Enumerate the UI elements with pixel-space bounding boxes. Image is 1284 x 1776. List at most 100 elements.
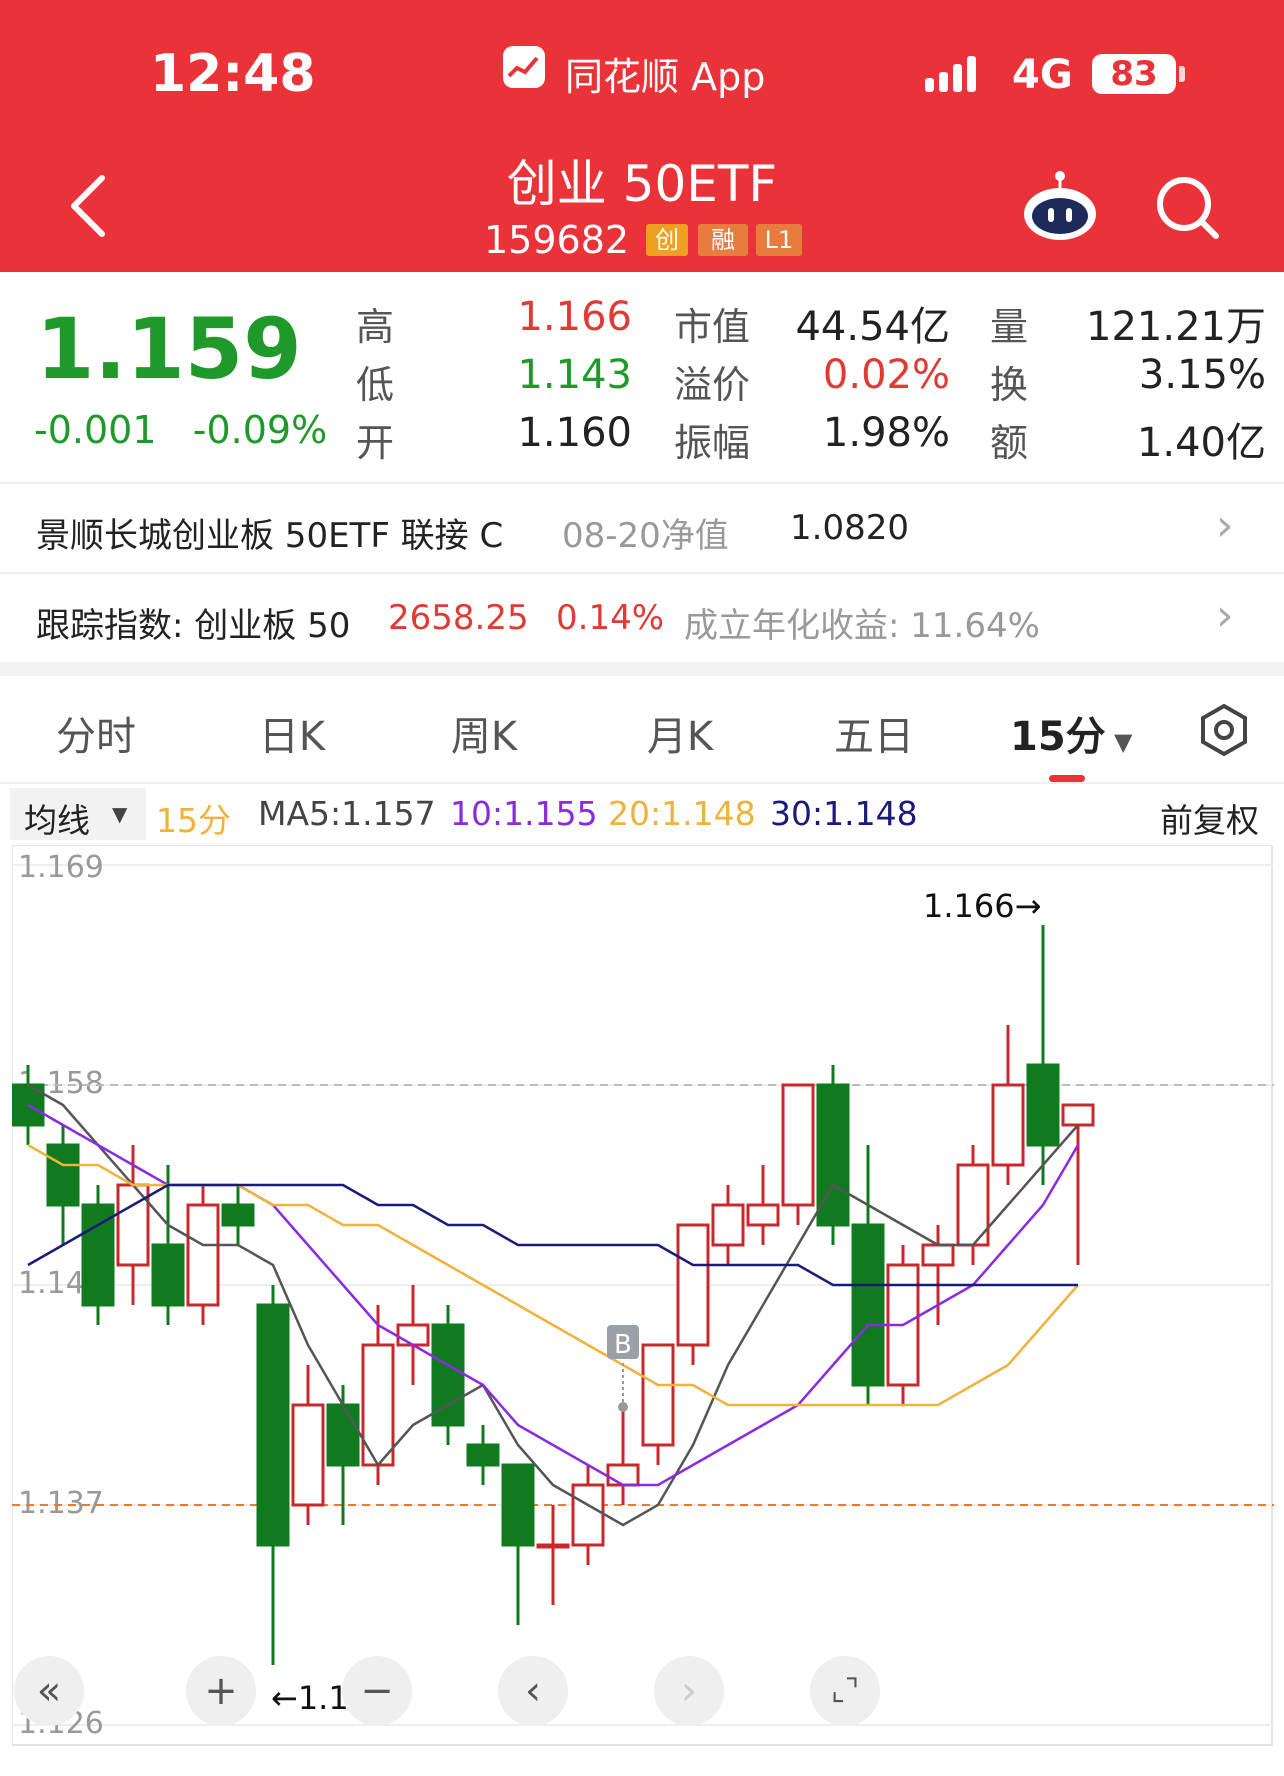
candle-body [746, 1203, 780, 1227]
tab-daily-k[interactable]: 日K [212, 704, 372, 762]
change-amount: -0.001 [34, 408, 157, 452]
open-value: 1.160 [517, 410, 632, 456]
premium-value: 0.02% [822, 352, 950, 398]
tag-rong: 融 [698, 224, 748, 256]
chart-settings-icon[interactable] [1196, 702, 1252, 758]
candle-body [676, 1223, 710, 1347]
chevron-right-icon: › [1216, 590, 1234, 641]
buy-marker-label: B [614, 1330, 632, 1360]
scroll-left-button[interactable]: ‹ [498, 1656, 568, 1726]
low-label: 低 [356, 363, 395, 407]
candle-body [221, 1203, 255, 1227]
app-logo-icon [503, 46, 545, 88]
amount-label: 额 [990, 421, 1029, 465]
tab-15min[interactable]: 15分 ▼ [1010, 704, 1132, 762]
candle-body [466, 1443, 500, 1467]
candle-body [921, 1243, 955, 1267]
y-tick-label: 1.137 [18, 1486, 104, 1521]
open-label: 开 [356, 421, 395, 465]
legend-ma10: 10:1.155 [450, 794, 598, 833]
tab-five-day[interactable]: 五日 [794, 704, 954, 762]
ma-selector[interactable]: 均线 ▼ [10, 788, 146, 840]
candle-body [326, 1403, 360, 1467]
tab-monthly-k[interactable]: 月K [600, 704, 760, 762]
candle-body [851, 1223, 885, 1387]
section-divider [0, 662, 1284, 676]
turnover-label: 换 [990, 363, 1029, 407]
linked-fund-name: 景顺长城创业板 50ETF 联接 C [36, 516, 504, 556]
candle-body [501, 1463, 535, 1547]
security-code: 159682 [484, 218, 630, 262]
premium-label: 溢价 [674, 363, 751, 407]
candle-body [256, 1303, 290, 1547]
zoom-in-button[interactable]: + [186, 1656, 256, 1726]
legend-ma5: MA5:1.157 [258, 794, 436, 833]
robot-assistant-icon[interactable] [1020, 168, 1100, 242]
candle-body [641, 1343, 675, 1447]
legend-ma30: 30:1.148 [770, 794, 918, 833]
tag-level: L1 [756, 224, 802, 256]
fullscreen-button[interactable]: ⌞⌝ [810, 1656, 880, 1726]
nav-value: 1.0820 [790, 508, 909, 548]
network-type: 4G [1012, 52, 1073, 98]
linked-fund-row[interactable]: 景顺长城创业板 50ETF 联接 C 08-20净值 1.0820 › [0, 482, 1284, 574]
amount-value: 1.40亿 [1136, 420, 1266, 466]
low-value: 1.143 [517, 352, 632, 398]
index-value: 2658.25 [388, 598, 529, 638]
candle-body [536, 1543, 570, 1549]
adjust-mode[interactable]: 前复权 [1160, 794, 1259, 842]
amplitude-label: 振幅 [674, 421, 751, 465]
tracking-index-row[interactable]: 跟踪指数: 创业板 50 2658.25 0.14% 成立年化收益: 11.64… [0, 572, 1284, 664]
fast-back-button[interactable]: « [14, 1656, 84, 1726]
ma10-line [27, 1103, 1080, 1487]
y-tick-label: 1.169 [18, 850, 104, 885]
caret-down-icon: ▼ [1105, 728, 1133, 756]
app-header: 12:48 同花顺 App 4G 83 创业 50ETF 159682 创 融 … [0, 0, 1284, 272]
tag-chuang: 创 [646, 224, 688, 256]
status-time: 12:48 [150, 44, 316, 104]
ma-selector-label: 均线 [24, 801, 90, 840]
index-change: 0.14% [556, 598, 665, 638]
candle-body [1026, 1063, 1060, 1147]
high-label: 高 [356, 305, 395, 349]
kline-chart[interactable]: 1.1691.1581.1481.1371.1261.166→←1.129B [11, 844, 1274, 1765]
tracking-index-label: 跟踪指数: 创业板 50 [36, 606, 351, 646]
last-price: 1.159 [36, 300, 302, 398]
candle-body [606, 1463, 640, 1487]
candle-body [991, 1083, 1025, 1167]
nav-date-label: 08-20净值 [562, 516, 729, 556]
caret-down-icon: ▼ [112, 802, 128, 826]
candle-body [291, 1403, 325, 1507]
market-cap-value: 44.54亿 [795, 304, 950, 350]
source-app-label[interactable]: 同花顺 App [565, 46, 765, 101]
battery-level: 83 [1092, 54, 1176, 94]
tab-15min-label: 15分 [1010, 714, 1106, 760]
candle-body [571, 1483, 605, 1547]
scroll-right-button[interactable]: › [654, 1656, 724, 1726]
chevron-right-icon: › [1216, 500, 1234, 551]
tab-intraday[interactable]: 分时 [16, 704, 176, 762]
candle-body [711, 1203, 745, 1247]
buy-marker-dot [618, 1402, 628, 1412]
zoom-out-button[interactable]: − [342, 1656, 412, 1726]
turnover-value: 3.15% [1138, 352, 1266, 398]
volume-label: 量 [990, 305, 1029, 349]
high-value: 1.166 [517, 294, 632, 340]
change-percent: -0.09% [192, 408, 328, 452]
tab-weekly-k[interactable]: 周K [404, 704, 564, 762]
price-change: -0.001 -0.09% [34, 408, 327, 452]
battery-tip [1179, 66, 1185, 82]
search-icon[interactable] [1152, 172, 1222, 242]
kline-svg: 1.1691.1581.1481.1371.1261.166→←1.129B [11, 844, 1274, 1746]
annual-return: 成立年化收益: 11.64% [684, 606, 1040, 646]
candle-body [46, 1143, 80, 1207]
legend-period: 15分 [156, 801, 231, 840]
active-tab-indicator [1049, 775, 1085, 782]
candle-body [151, 1243, 185, 1307]
amplitude-value: 1.98% [822, 410, 950, 456]
legend-ma20: 20:1.148 [608, 794, 756, 833]
tab-divider [0, 782, 1284, 784]
candle-body [186, 1203, 220, 1307]
candle-body [1061, 1103, 1095, 1127]
market-cap-label: 市值 [674, 305, 751, 349]
